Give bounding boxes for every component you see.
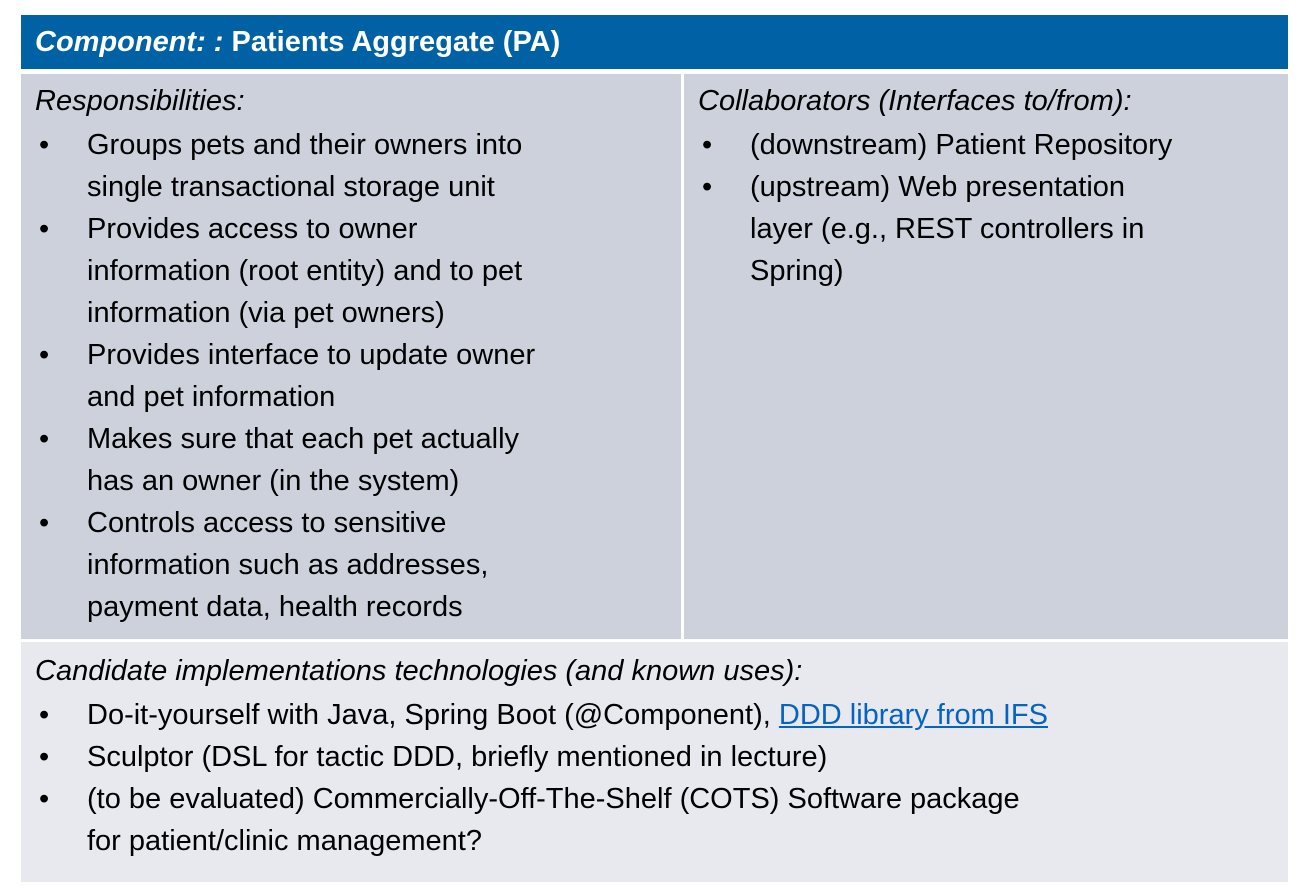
collaborators-title: Collaborators (Interfaces to/from): [698, 85, 1132, 117]
collaborators-list: • (downstream) Patient Repository • (upstr… [698, 124, 1274, 292]
list-item: • Provides interface to update owner and p… [39, 339, 536, 413]
responsibilities-cell: Responsibilities: • Groups pets and their… [21, 74, 681, 639]
ddd-library-link[interactable]: DDD library from IFS [779, 699, 1048, 731]
list-item: • Sculptor (DSL for tactic DDD, briefly m… [39, 741, 828, 773]
list-item: • (downstream) Patient Repository [702, 129, 1173, 161]
list-item: • Do-it-yourself with Java, Spring Boot (… [39, 699, 1048, 731]
list-item: • Provides access to owner information (ro… [39, 213, 523, 329]
candidates-list: • Do-it-yourself with Java, Spring Boot (… [35, 694, 1274, 862]
list-item: • Controls access to sensitive information… [39, 507, 489, 623]
candidates-cell: Candidate implementations technologies (… [21, 642, 1288, 882]
component-card: Component: : Patients Aggregate (PA) Res… [21, 15, 1288, 882]
collaborators-cell: Collaborators (Interfaces to/from): • (do… [684, 74, 1288, 639]
component-title: Patients Aggregate (PA) [231, 26, 561, 58]
component-header: Component: : Patients Aggregate (PA) [21, 15, 1288, 69]
list-item: • Makes sure that each pet actually has an… [39, 423, 520, 497]
component-label: Component: : [35, 26, 224, 58]
candidates-title: Candidate implementations technologies (… [35, 655, 803, 687]
list-item: • (to be evaluated) Commercially-Off-The-… [39, 783, 1020, 857]
responsibilities-list: • Groups pets and their owners into single… [35, 124, 667, 628]
list-item: • (upstream) Web presentation layer (e.g.,… [702, 171, 1145, 287]
responsibilities-title: Responsibilities: [35, 85, 245, 117]
list-item: • Groups pets and their owners into single… [39, 129, 523, 203]
